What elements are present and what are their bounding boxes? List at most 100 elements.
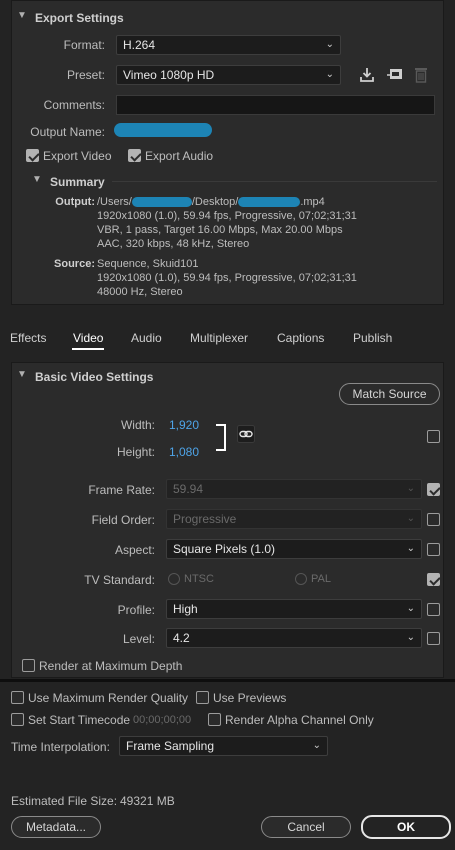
output-path-mid: /Desktop/ xyxy=(191,196,239,208)
level-select[interactable]: 4.2 ⌄ xyxy=(166,628,422,648)
level-label: Level: xyxy=(122,632,155,646)
height-value[interactable]: 1,080 xyxy=(169,445,199,459)
export-audio-checkbox[interactable] xyxy=(128,149,141,162)
cancel-button[interactable]: Cancel xyxy=(261,816,351,838)
dimensions-override-checkbox[interactable] xyxy=(427,430,440,443)
tab-effects[interactable]: Effects xyxy=(10,331,46,345)
collapse-export-settings-icon[interactable]: ▼ xyxy=(17,10,27,21)
delete-preset-icon[interactable] xyxy=(414,66,428,83)
basic-video-settings-title: Basic Video Settings xyxy=(35,370,154,384)
summary-output-label: Output: xyxy=(55,196,95,208)
tv-standard-checkbox[interactable] xyxy=(427,573,440,586)
field-order-label: Field Order: xyxy=(91,513,155,527)
level-checkbox[interactable] xyxy=(427,632,440,645)
format-label: Format: xyxy=(63,38,105,52)
summary-source-line: Sequence, Skuid101 xyxy=(97,258,199,270)
output-name-label: Output Name: xyxy=(30,125,105,139)
frame-rate-checkbox[interactable] xyxy=(427,483,440,496)
match-source-button[interactable]: Match Source xyxy=(339,383,440,405)
format-value: H.264 xyxy=(123,38,156,52)
chevron-down-icon: ⌄ xyxy=(406,483,415,494)
summary-source-line: 1920x1080 (1.0), 59.94 fps, Progressive,… xyxy=(97,272,357,284)
render-max-depth-label: Render at Maximum Depth xyxy=(39,659,183,673)
ok-button[interactable]: OK xyxy=(361,815,451,839)
render-max-depth-checkbox[interactable] xyxy=(22,659,35,672)
use-previews-label: Use Previews xyxy=(213,691,287,705)
tab-captions[interactable]: Captions xyxy=(277,331,324,345)
field-order-value: Progressive xyxy=(173,512,237,526)
collapse-basic-video-icon[interactable]: ▼ xyxy=(17,369,27,380)
output-path-start: /Users/ xyxy=(97,196,132,208)
summary-output-line: 1920x1080 (1.0), 59.94 fps, Progressive,… xyxy=(97,210,357,222)
redacted-username xyxy=(131,197,192,208)
tab-video[interactable]: Video xyxy=(73,331,103,345)
preset-select[interactable]: Vimeo 1080p HD ⌄ xyxy=(116,65,341,85)
frame-rate-select[interactable]: 59.94 ⌄ xyxy=(166,479,422,499)
chevron-down-icon: ⌄ xyxy=(325,69,334,80)
metadata-button[interactable]: Metadata... xyxy=(11,816,101,838)
render-alpha-checkbox[interactable] xyxy=(208,713,221,726)
chevron-down-icon: ⌄ xyxy=(406,603,415,614)
preset-value: Vimeo 1080p HD xyxy=(123,68,215,82)
export-audio-label: Export Audio xyxy=(145,149,214,163)
summary-source-block: Sequence, Skuid101 1920x1080 (1.0), 59.9… xyxy=(97,257,442,299)
start-timecode-field[interactable]: 00;00;00;00 xyxy=(133,714,191,726)
chevron-down-icon: ⌄ xyxy=(325,39,334,50)
constrain-link-icon[interactable] xyxy=(237,425,255,443)
profile-select[interactable]: High ⌄ xyxy=(166,599,422,619)
field-order-checkbox[interactable] xyxy=(427,513,440,526)
format-select[interactable]: H.264 ⌄ xyxy=(116,35,341,55)
summary-source-line: 48000 Hz, Stereo xyxy=(97,286,183,298)
save-preset-icon[interactable] xyxy=(359,67,375,83)
comments-label: Comments: xyxy=(43,98,105,112)
ntsc-radio[interactable] xyxy=(168,573,180,585)
tab-publish[interactable]: Publish xyxy=(353,331,392,345)
summary-output-line: VBR, 1 pass, Target 16.00 Mbps, Max 20.0… xyxy=(97,224,343,236)
summary-title: Summary xyxy=(50,175,105,189)
summary-output-path: /Users/ /Desktop/ .mp4 xyxy=(97,195,442,209)
chevron-down-icon: ⌄ xyxy=(312,740,321,751)
output-name-link[interactable] xyxy=(114,123,212,137)
comments-field[interactable] xyxy=(116,95,435,115)
set-start-timecode-checkbox[interactable] xyxy=(11,713,24,726)
time-interpolation-value: Frame Sampling xyxy=(126,739,215,753)
use-previews-checkbox[interactable] xyxy=(196,691,209,704)
width-label: Width: xyxy=(120,418,155,432)
chevron-down-icon: ⌄ xyxy=(406,632,415,643)
summary-output-line: AAC, 320 kbps, 48 kHz, Stereo xyxy=(97,238,250,250)
ntsc-label: NTSC xyxy=(184,573,214,585)
pal-label: PAL xyxy=(311,573,331,585)
summary-source-label: Source: xyxy=(54,258,95,270)
bottom-separator xyxy=(0,679,455,682)
profile-checkbox[interactable] xyxy=(427,603,440,616)
dimension-bracket xyxy=(216,424,226,451)
width-value[interactable]: 1,920 xyxy=(169,418,199,432)
tv-standard-label: TV Standard: xyxy=(84,573,155,587)
estimated-size-label: Estimated File Size: xyxy=(11,794,118,808)
aspect-select[interactable]: Square Pixels (1.0) ⌄ xyxy=(166,539,422,559)
render-alpha-label: Render Alpha Channel Only xyxy=(225,713,374,727)
use-max-render-quality-checkbox[interactable] xyxy=(11,691,24,704)
tab-bar: Effects Video Audio Multiplexer Captions… xyxy=(0,322,455,352)
aspect-checkbox[interactable] xyxy=(427,543,440,556)
tab-video-underline xyxy=(72,348,104,350)
export-settings-title: Export Settings xyxy=(35,11,124,25)
output-path-end: .mp4 xyxy=(300,196,325,208)
tab-audio[interactable]: Audio xyxy=(131,331,162,345)
import-preset-icon[interactable] xyxy=(386,67,403,83)
use-max-render-quality-label: Use Maximum Render Quality xyxy=(28,691,189,705)
export-video-checkbox[interactable] xyxy=(26,149,39,162)
set-start-timecode-label: Set Start Timecode xyxy=(28,713,131,727)
summary-divider xyxy=(112,181,437,182)
chevron-down-icon: ⌄ xyxy=(406,513,415,524)
tab-multiplexer[interactable]: Multiplexer xyxy=(190,331,248,345)
aspect-value: Square Pixels (1.0) xyxy=(173,542,276,556)
time-interpolation-select[interactable]: Frame Sampling ⌄ xyxy=(119,736,328,756)
collapse-summary-icon[interactable]: ▼ xyxy=(32,174,42,185)
height-label: Height: xyxy=(116,445,155,459)
profile-label: Profile: xyxy=(117,603,155,617)
export-video-label: Export Video xyxy=(43,149,112,163)
preset-label: Preset: xyxy=(66,68,105,82)
field-order-select[interactable]: Progressive ⌄ xyxy=(166,509,422,529)
pal-radio[interactable] xyxy=(295,573,307,585)
